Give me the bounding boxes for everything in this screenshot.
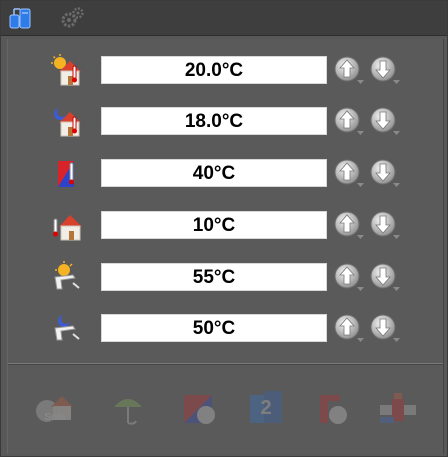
hot-water-tap-icon[interactable] bbox=[310, 389, 354, 429]
temperature-value[interactable]: 20.0°C bbox=[101, 56, 327, 84]
temperature-value[interactable]: 10°C bbox=[101, 211, 327, 239]
sun-house-thermometer-icon bbox=[51, 54, 83, 86]
increase-button[interactable] bbox=[333, 158, 365, 188]
decrease-button[interactable] bbox=[369, 158, 401, 188]
setting-row-heating-tank: 40°C bbox=[8, 156, 443, 190]
decrease-button[interactable] bbox=[369, 262, 401, 292]
decrease-button[interactable] bbox=[369, 210, 401, 240]
boiler-system-icon[interactable] bbox=[8, 6, 34, 30]
section-divider bbox=[8, 363, 443, 365]
circuit-number: 2 bbox=[260, 397, 272, 419]
window-frame: 20.0°C 18.0°C 40°C 10°C 55°C 50°C Sole 2 bbox=[0, 0, 448, 457]
decrease-button[interactable] bbox=[369, 106, 401, 136]
temperature-value[interactable]: 40°C bbox=[101, 159, 327, 187]
increase-button[interactable] bbox=[333, 313, 365, 343]
temperature-value[interactable]: 55°C bbox=[101, 263, 327, 291]
moon-house-thermometer-icon bbox=[51, 105, 83, 137]
setting-row-outdoor-house: 10°C bbox=[8, 208, 443, 242]
setting-row-day-room: 20.0°C bbox=[8, 53, 443, 87]
increase-button[interactable] bbox=[333, 106, 365, 136]
settings-panel: 20.0°C 18.0°C 40°C 10°C 55°C 50°C Sole 2 bbox=[7, 39, 444, 454]
temperature-value[interactable]: 50°C bbox=[101, 314, 327, 342]
increase-button[interactable] bbox=[333, 210, 365, 240]
toolbar bbox=[1, 1, 447, 36]
sole-label: Sole bbox=[44, 412, 66, 423]
moon-faucet-icon bbox=[51, 312, 83, 344]
setting-row-hot-water-night: 50°C bbox=[8, 311, 443, 345]
increase-button[interactable] bbox=[333, 55, 365, 85]
decrease-button[interactable] bbox=[369, 313, 401, 343]
sole-house-icon[interactable]: Sole bbox=[33, 389, 77, 429]
umbrella-cooling-icon[interactable] bbox=[106, 389, 150, 429]
heating-tank-thermometer-icon bbox=[51, 157, 83, 189]
setting-row-hot-water-day: 55°C bbox=[8, 260, 443, 294]
decrease-button[interactable] bbox=[369, 55, 401, 85]
increase-button[interactable] bbox=[333, 262, 365, 292]
gears-settings-icon[interactable] bbox=[59, 6, 85, 30]
house-thermometer-icon bbox=[51, 209, 83, 241]
pipe-valve-icon[interactable] bbox=[376, 389, 420, 429]
temperature-value[interactable]: 18.0°C bbox=[101, 107, 327, 135]
mixer-valve-icon[interactable] bbox=[178, 389, 222, 429]
heating-circuit-2-icon[interactable]: 2 bbox=[244, 389, 288, 429]
setting-row-night-room: 18.0°C bbox=[8, 104, 443, 138]
sun-faucet-icon bbox=[51, 261, 83, 293]
